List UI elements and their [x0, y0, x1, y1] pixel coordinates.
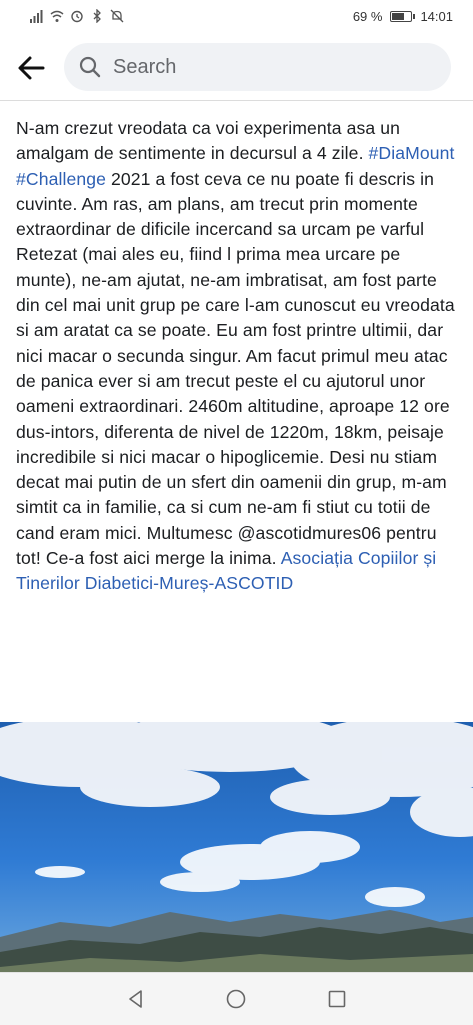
- bluetooth-icon: [93, 9, 101, 23]
- search-input[interactable]: [111, 54, 415, 80]
- mountain-landscape-image: [0, 722, 473, 972]
- post-text-intro: N-am crezut vreodata ca voi experimenta …: [16, 118, 401, 164]
- hashtag-diamount[interactable]: #DiaMount: [369, 143, 455, 163]
- battery-level: [392, 13, 405, 20]
- back-arrow-icon: [18, 56, 45, 80]
- search-icon: [79, 56, 101, 78]
- hashtag-challenge[interactable]: #Challenge: [16, 169, 106, 189]
- battery-percent: 69 %: [352, 9, 383, 24]
- signal-icon: [30, 10, 43, 23]
- post-text-body: 2021 a fost ceva ce nu poate fi descris …: [16, 168, 455, 569]
- status-icons-right: 69 % 14:01: [353, 9, 453, 24]
- top-bar: [0, 34, 473, 101]
- post-text: N-am crezut vreodata ca voi experimenta …: [16, 116, 462, 597]
- search-bar[interactable]: [64, 43, 451, 91]
- battery-icon: [390, 11, 416, 22]
- clock: 14:01: [420, 9, 453, 24]
- back-button[interactable]: [14, 51, 48, 85]
- nav-home-icon: [226, 989, 246, 1009]
- status-bar: 69 % 14:01: [0, 0, 473, 34]
- nav-recents-icon: [328, 990, 346, 1008]
- nav-back-button[interactable]: [124, 987, 148, 1011]
- status-icons-left: [30, 9, 124, 23]
- alarm-icon: [71, 10, 83, 23]
- post-photo[interactable]: [0, 722, 473, 972]
- mute-icon: [110, 9, 124, 23]
- nav-recents-button[interactable]: [325, 987, 349, 1011]
- wifi-icon: [50, 10, 64, 22]
- nav-back-icon: [129, 990, 142, 1008]
- nav-home-button[interactable]: [224, 987, 248, 1011]
- system-navigation-bar: [0, 972, 473, 1025]
